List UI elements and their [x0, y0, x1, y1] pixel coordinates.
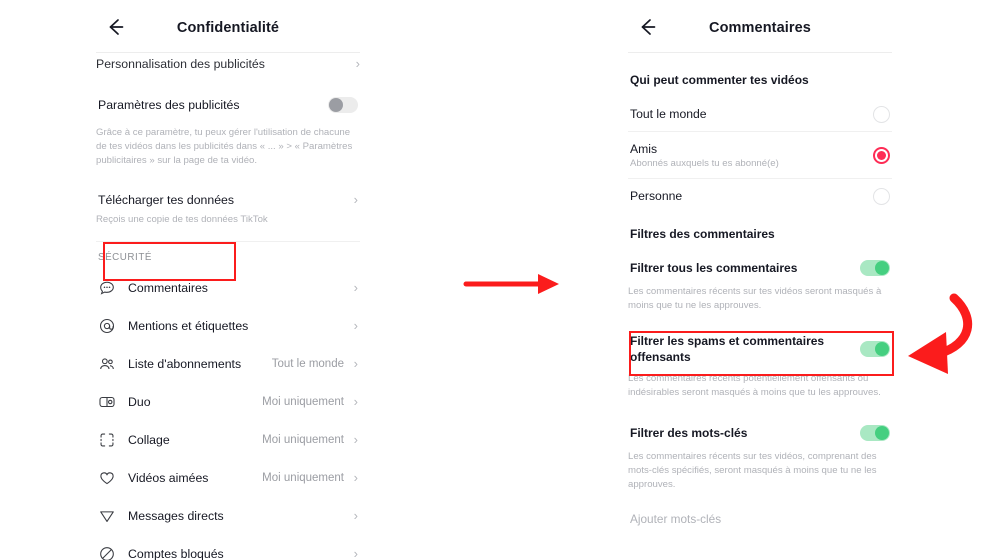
sidebar-item-label: Collage: [128, 432, 170, 447]
filter-keywords-toggle[interactable]: [860, 425, 890, 441]
option-tout-le-monde[interactable]: Tout le monde: [628, 97, 892, 131]
filter-all-comments-description: Les commentaires récents sur tes vidéos …: [628, 286, 882, 311]
chevron-right-icon: ›: [353, 318, 358, 334]
sidebar-item-value: Moi uniquement: [262, 471, 344, 484]
toggle-knob: [329, 98, 343, 112]
sidebar-item-value: Moi uniquement: [262, 433, 344, 446]
row-ad-settings[interactable]: Paramètres des publicités: [96, 85, 360, 125]
sidebar-item-duo[interactable]: Duo Moi uniquement ›: [96, 383, 360, 421]
sidebar-item-label: Comptes bloqués: [128, 546, 224, 560]
sidebar-item-label: Vidéos aimées: [128, 470, 209, 485]
ad-settings-description: Grâce à ce paramètre, tu peux gérer l'ut…: [96, 127, 353, 166]
duet-split-icon: [98, 393, 116, 411]
toggle-knob: [875, 261, 889, 275]
chevron-right-icon: ›: [353, 470, 358, 486]
curved-arrow-annotation: [880, 292, 998, 390]
sidebar-item-liste-abonnements[interactable]: Liste d'abonnements Tout le monde ›: [96, 345, 360, 383]
comment-bubble-icon: [98, 279, 116, 297]
filter-keywords-row[interactable]: Filtrer des mots-clés: [628, 420, 892, 446]
security-section-label: SÉCURITÉ: [98, 251, 152, 263]
page-title: Commentaires: [709, 20, 811, 36]
row-download-data[interactable]: Télécharger tes données ›: [96, 188, 360, 212]
option-personne[interactable]: Personne: [628, 179, 892, 213]
radio-amis[interactable]: [873, 146, 890, 164]
ad-settings-toggle[interactable]: [328, 97, 358, 113]
toggle-knob: [875, 342, 889, 356]
filter-spam-offensive-toggle[interactable]: [860, 341, 890, 357]
heart-icon: [98, 469, 116, 487]
chevron-right-icon: ›: [353, 394, 358, 410]
followers-people-icon: [98, 355, 116, 373]
chevron-right-icon: ›: [353, 280, 358, 296]
add-keywords-button[interactable]: Ajouter mots-clés: [628, 512, 892, 526]
chevron-right-icon: ›: [353, 508, 358, 524]
chevron-right-icon: ›: [353, 192, 358, 208]
filter-all-comments-toggle[interactable]: [860, 260, 890, 276]
option-label: Tout le monde: [630, 107, 707, 121]
sidebar-item-comptes-bloques[interactable]: Comptes bloqués ›: [96, 535, 360, 560]
filter-keywords-description: Les commentaires récents sur tes vidéos,…: [628, 451, 877, 490]
sidebar-item-value: Tout le monde: [271, 357, 344, 370]
radio-personne[interactable]: [873, 187, 890, 205]
sidebar-item-label: Mentions et étiquettes: [128, 318, 249, 333]
filter-spam-offensive-description: Les commentaires récents potentiellement…: [628, 373, 881, 399]
row-download-data-label: Télécharger tes données: [98, 192, 235, 207]
privacy-nav-header: Confidentialité: [96, 0, 360, 52]
stitch-frame-icon: [98, 431, 116, 449]
sidebar-item-videos-aimees[interactable]: Vidéos aimées Moi uniquement ›: [96, 459, 360, 497]
blocked-circle-icon: [98, 545, 116, 560]
chevron-right-icon: ›: [355, 56, 360, 71]
sidebar-item-label: Duo: [128, 394, 151, 409]
download-data-description: Reçois une copie de tes données TikTok: [96, 213, 268, 225]
privacy-settings-screen: Confidentialité Personnalisation des pub…: [96, 0, 360, 560]
sidebar-item-label: Messages directs: [128, 508, 224, 523]
row-ad-personalization-label: Personnalisation des publicités: [96, 57, 265, 71]
filter-label: Filtrer tous les commentaires: [630, 260, 798, 275]
filter-label: Filtrer les spams et commentaires offens…: [630, 333, 825, 364]
row-ad-settings-label: Paramètres des publicités: [98, 98, 240, 112]
filter-label: Filtrer des mots-clés: [630, 425, 748, 440]
comments-settings-screen: Commentaires Qui peut commenter tes vidé…: [628, 0, 892, 560]
comments-nav-header: Commentaires: [628, 0, 892, 52]
filters-section-title: Filtres des commentaires: [630, 227, 775, 241]
chevron-right-icon: ›: [353, 356, 358, 372]
straight-arrow-annotation: [460, 268, 565, 300]
who-can-comment-title: Qui peut commenter tes vidéos: [630, 73, 809, 87]
sidebar-item-label: Liste d'abonnements: [128, 356, 242, 371]
paper-plane-icon: [98, 507, 116, 525]
filter-spam-offensive-row[interactable]: Filtrer les spams et commentaires offens…: [628, 333, 892, 365]
toggle-knob: [875, 426, 889, 440]
filter-all-comments-row[interactable]: Filtrer tous les commentaires: [628, 255, 892, 281]
mention-at-icon: [98, 317, 116, 335]
sidebar-item-messages-directs[interactable]: Messages directs ›: [96, 497, 360, 535]
option-label: Personne: [630, 189, 683, 203]
chevron-right-icon: ›: [353, 546, 358, 560]
option-amis[interactable]: Amis Abonnés auxquels tu es abonné(e): [628, 132, 892, 178]
page-title: Confidentialité: [176, 20, 280, 36]
chevron-right-icon: ›: [353, 432, 358, 448]
option-label: Amis: [630, 141, 658, 156]
sidebar-item-commentaires[interactable]: Commentaires ›: [96, 269, 360, 307]
sidebar-item-collage[interactable]: Collage Moi uniquement ›: [96, 421, 360, 459]
row-ad-personalization[interactable]: Personnalisation des publicités ›: [96, 53, 360, 72]
sidebar-item-value: Moi uniquement: [262, 395, 344, 408]
radio-tout-le-monde[interactable]: [873, 105, 890, 123]
sidebar-item-mentions-etiquettes[interactable]: Mentions et étiquettes ›: [96, 307, 360, 345]
option-sublabel: Abonnés auxquels tu es abonné(e): [630, 157, 779, 169]
sidebar-item-label: Commentaires: [128, 280, 208, 295]
